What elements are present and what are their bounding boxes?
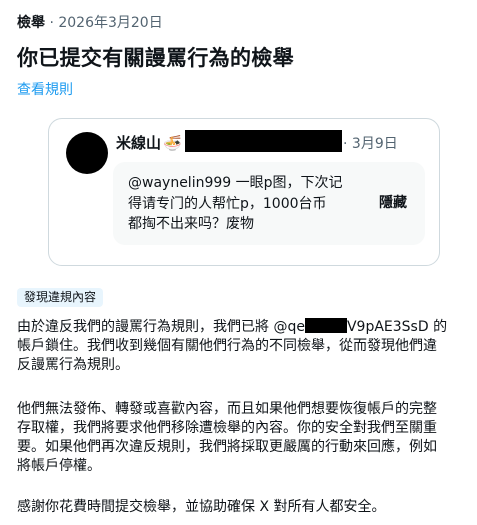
reported-post-text: @waynelin999 一眼p图，下次记 得请专门的人帮忙p，1000台币 都… xyxy=(128,173,344,235)
reported-post-body: @waynelin999 一眼p图，下次记 得请专门的人帮忙p，1000台币 都… xyxy=(113,162,425,245)
report-kind: 檢舉 xyxy=(17,15,45,31)
message-line: 他們無法發佈、轉發或喜歡內容，而且如果他們想要恢復帳戶的完整 xyxy=(17,401,437,417)
post-date: · 3月9日 xyxy=(343,136,398,152)
author-name-row: 米線山 🍜 xyxy=(116,132,182,153)
message-line: 要。如果他們再次違反規則，我們將採取更嚴厲的行動來回應，例如 xyxy=(17,439,437,455)
reported-post-card[interactable]: 米線山 🍜 · 3月9日 @waynelin999 一眼p图，下次记 得请专门的… xyxy=(48,118,440,266)
message-line: 存取權，我們將要求他們移除遭檢舉的內容。你的安全對我們至關重 xyxy=(17,420,437,436)
message-paragraph-3: 感謝你花費時間提交檢舉，並協助確保 X 對所有人都安全。 xyxy=(17,498,469,517)
post-text-line: 得请专门的人帮忙p，1000台币 xyxy=(128,195,327,212)
post-text-line: 都掏不出来吗？废物 xyxy=(128,216,254,232)
message-paragraph-2: 他們無法發佈、轉發或喜歡內容，而且如果他們想要恢復帳戶的完整 存取權，我們將要求… xyxy=(17,400,469,476)
message-line: 感謝你花費時間提交檢舉，並協助確保 X 對所有人都安全。 xyxy=(17,499,386,515)
post-text-line: @waynelin999 一眼p图，下次记 xyxy=(128,175,343,191)
hide-button[interactable]: 隱藏 xyxy=(379,192,407,212)
violation-found-badge: 發現違規內容 xyxy=(17,288,104,307)
message-line: 將帳戶停權。 xyxy=(17,458,101,474)
message-line: 由於違反我們的謾罵行為規則，我們已將 @qe V9pAE3SsD 的 xyxy=(17,318,448,335)
noodle-bowl-icon: 🍜 xyxy=(163,133,182,152)
message-paragraph-1: 由於違反我們的謾罵行為規則，我們已將 @qe V9pAE3SsD 的 帳戶鎖住。我… xyxy=(17,318,469,375)
report-date: 2026年3月20日 xyxy=(58,15,163,31)
author-name: 米線山 xyxy=(116,134,162,152)
message-line: 帳戶鎖住。我們收到幾個有關他們行為的不同檢舉，從而發現他們違 xyxy=(17,338,437,354)
page-title: 你已提交有關謾罵行為的檢舉 xyxy=(17,46,294,70)
report-meta: 檢舉 · 2026年3月20日 xyxy=(17,15,163,31)
redacted-handle-inline xyxy=(304,318,347,333)
view-rules-link[interactable]: 查看規則 xyxy=(17,79,73,99)
message-line: 反謾罵行為規則。 xyxy=(17,357,129,373)
avatar xyxy=(66,132,108,174)
redacted-handle xyxy=(185,130,342,152)
